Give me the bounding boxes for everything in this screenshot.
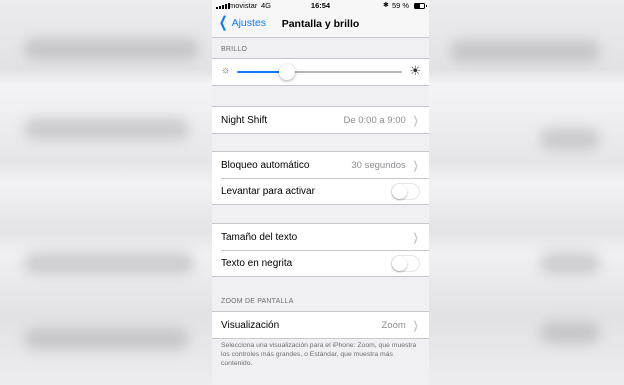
display-zoom-row[interactable]: Visualización Zoom ❯ [212,312,429,338]
navigation-bar: ❮ Ajustes Pantalla y brillo [212,12,429,38]
zoom-group: Visualización Zoom ❯ [212,311,429,339]
brightness-slider-thumb[interactable] [278,64,295,80]
auto-lock-row[interactable]: Bloqueo automático 30 segundos ❯ [212,152,429,178]
bold-text-toggle[interactable] [391,254,420,272]
sun-large-icon: ☀ [409,63,421,78]
battery-percent: 59 % [392,1,410,10]
blurred-shape [450,40,600,62]
night-shift-group: Night Shift De 0:00 a 9:00 ❯ [212,106,429,134]
text-group: Tamaño del texto ❯ Texto en negrita [212,223,429,277]
blurred-shape [540,128,600,150]
sun-small-icon: ☼ [221,65,231,76]
text-size-label: Tamaño del texto [221,231,298,243]
phone-screen: movistar 4G 16:54 ✱ 59 % ❮ Ajustes Panta… [212,0,429,385]
battery-icon [414,3,427,9]
night-shift-label: Night Shift [221,114,268,126]
chevron-right-icon: ❯ [412,231,419,244]
blurred-shape [24,328,189,350]
display-zoom-value: Zoom [381,319,406,331]
blurred-shape [540,252,600,274]
raise-to-wake-row: Levantar para activar [212,178,429,204]
night-shift-row[interactable]: Night Shift De 0:00 a 9:00 ❯ [212,107,429,133]
brightness-slider[interactable] [237,64,402,80]
toggle-knob [392,255,407,271]
bluetooth-icon: ✱ [383,2,389,9]
raise-to-wake-label: Levantar para activar [221,185,315,197]
chevron-right-icon: ❯ [412,319,419,332]
toggle-knob [392,183,407,199]
chevron-right-icon: ❯ [412,114,419,127]
raise-to-wake-toggle[interactable] [391,182,420,200]
brightness-group: ☼ ☀ [212,58,429,86]
lock-group: Bloqueo automático 30 segundos ❯ Levanta… [212,151,429,205]
blurred-shape [540,322,600,344]
bold-text-row: Texto en negrita [212,250,429,276]
night-shift-value: De 0:00 a 9:00 [343,114,406,126]
text-size-row[interactable]: Tamaño del texto ❯ [212,224,429,250]
zoom-footer-text: Selecciona una visualización para el iPh… [221,342,417,367]
page-title: Pantalla y brillo [281,18,360,30]
brightness-header: BRILLO [221,46,248,53]
auto-lock-value: 30 segundos [351,159,406,171]
display-zoom-label: Visualización [221,319,280,331]
blurred-shape [24,252,194,274]
zoom-header: ZOOM DE PANTALLA [221,298,294,305]
status-bar: movistar 4G 16:54 ✱ 59 % [212,0,429,12]
bold-text-label: Texto en negrita [221,257,293,269]
auto-lock-label: Bloqueo automático [221,159,310,171]
brightness-slider-row: ☼ ☀ [212,59,429,85]
blurred-shape [24,118,189,140]
blurred-shape [24,38,199,60]
chevron-right-icon: ❯ [412,159,419,172]
